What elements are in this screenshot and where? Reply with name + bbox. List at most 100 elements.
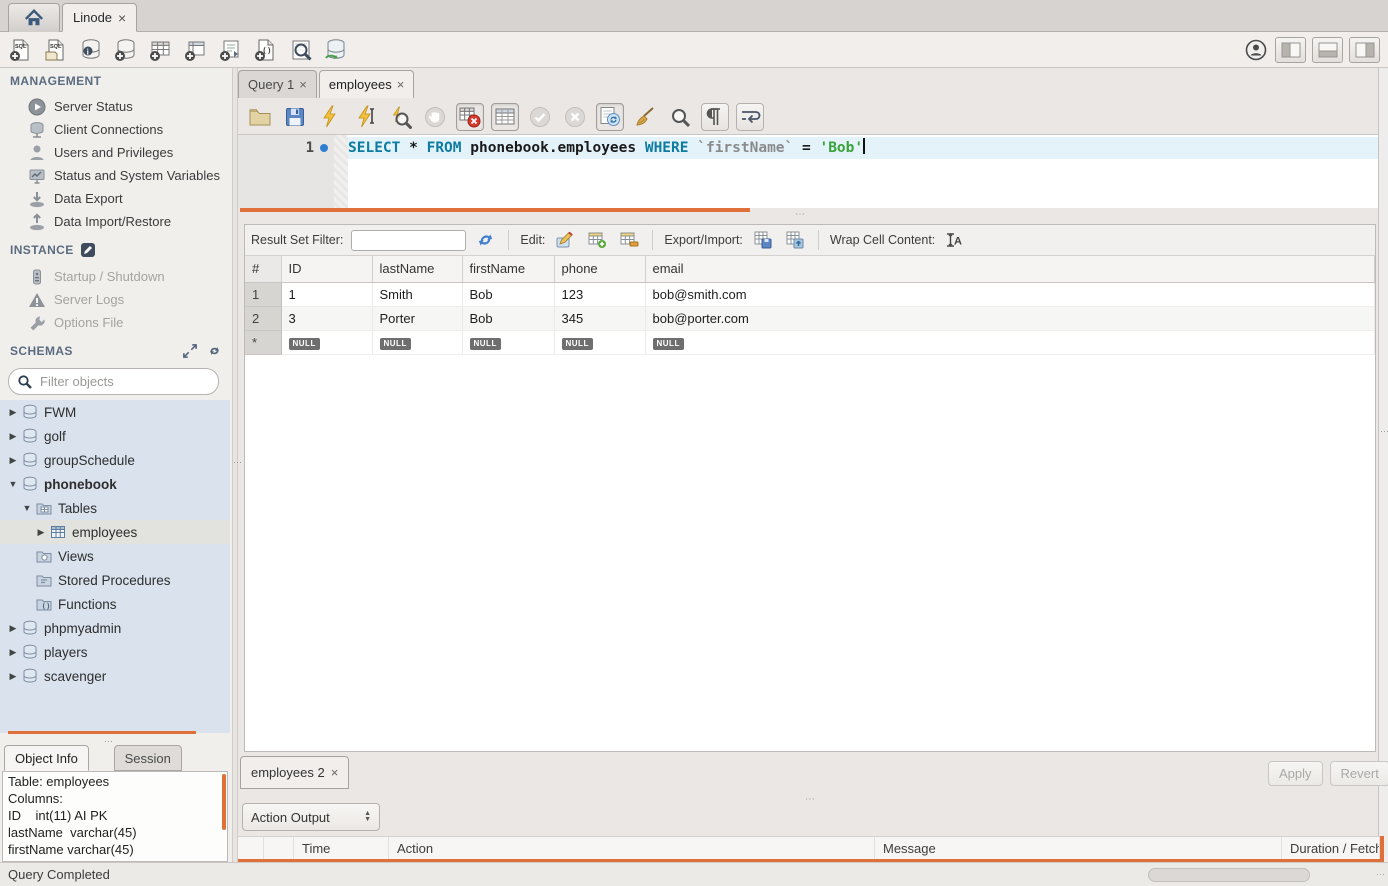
column-header-email[interactable]: email — [645, 256, 1375, 282]
expand-schemas-icon[interactable] — [183, 344, 197, 358]
schema-filter-input[interactable] — [38, 373, 218, 390]
resize-grip[interactable]: ⋯ — [1376, 869, 1386, 880]
open-sql-script-button[interactable]: SQL — [43, 37, 69, 63]
delete-row-button[interactable] — [617, 231, 641, 249]
refresh-schemas-icon[interactable] — [207, 344, 222, 358]
explain-plan-button[interactable] — [386, 103, 414, 131]
chevron-right-icon[interactable]: ▶ — [6, 647, 20, 658]
grid-cell[interactable]: 3 — [281, 306, 372, 330]
grid-cell[interactable]: NULL — [645, 330, 1375, 354]
create-procedure-button[interactable] — [218, 37, 244, 63]
search-table-data-button[interactable] — [288, 37, 314, 63]
execute-current-statement-button[interactable] — [351, 103, 379, 131]
row-number[interactable]: 2 — [245, 306, 281, 330]
column-header-id[interactable]: ID — [281, 256, 372, 282]
toggle-right-panel-button[interactable] — [1349, 37, 1380, 63]
sql-editor[interactable]: 1 SELECT * FROM phonebook.employees WHER… — [238, 134, 1378, 208]
new-sql-tab-button[interactable]: SQL — [8, 37, 34, 63]
sidebar-item-server-status[interactable]: Server Status — [0, 95, 232, 118]
insert-row-button[interactable] — [585, 231, 609, 249]
result-filter-input[interactable] — [351, 230, 466, 251]
execute-script-button[interactable] — [316, 103, 344, 131]
column-header-rownum[interactable]: # — [245, 256, 281, 282]
open-file-button[interactable] — [246, 103, 274, 131]
tree-item-phpmyadmin[interactable]: ▶phpmyadmin — [0, 616, 230, 640]
close-icon[interactable]: × — [331, 765, 339, 780]
tree-item-phonebook[interactable]: ▼phonebook — [0, 472, 230, 496]
grid-cell[interactable]: Porter — [372, 306, 462, 330]
grid-cell[interactable]: NULL — [462, 330, 554, 354]
right-panel-splitter[interactable]: ⋯ — [1378, 68, 1388, 862]
chevron-down-icon[interactable]: ▼ — [6, 479, 20, 489]
connection-tab[interactable]: Linode × — [62, 3, 137, 32]
horizontal-scrollbar-thumb[interactable] — [1148, 868, 1310, 882]
reconnect-dbms-button[interactable] — [323, 37, 349, 63]
chevron-right-icon[interactable]: ▶ — [6, 455, 20, 466]
limit-rows-button[interactable] — [491, 103, 519, 131]
close-icon[interactable]: × — [299, 77, 307, 92]
chevron-down-icon[interactable]: ▼ — [20, 503, 34, 513]
tree-item-scavenger[interactable]: ▶scavenger — [0, 664, 230, 688]
sidebar-item-data-import-restore[interactable]: Data Import/Restore — [0, 210, 232, 233]
create-view-button[interactable] — [183, 37, 209, 63]
export-recordset-button[interactable] — [751, 231, 775, 250]
tree-item-views[interactable]: Views — [0, 544, 230, 568]
output-column-message[interactable]: Message — [875, 837, 1282, 861]
grid-cell[interactable]: Smith — [372, 282, 462, 306]
editor-result-splitter[interactable]: ⋯ — [795, 209, 806, 220]
tree-item-stored-procedures[interactable]: Stored Procedures — [0, 568, 230, 592]
grid-cell[interactable]: Bob — [462, 306, 554, 330]
output-selector[interactable]: Action Output ▲▼ — [242, 803, 380, 831]
home-tab[interactable] — [8, 3, 60, 32]
sidebar-item-options-file[interactable]: Options File — [0, 311, 232, 334]
tree-item-groupschedule[interactable]: ▶groupSchedule — [0, 448, 230, 472]
chevron-right-icon[interactable]: ▶ — [6, 623, 20, 634]
tree-item-golf[interactable]: ▶golf — [0, 424, 230, 448]
chevron-right-icon[interactable]: ▶ — [34, 527, 48, 538]
info-tab-session[interactable]: Session — [114, 745, 182, 771]
grid-cell[interactable]: 1 — [281, 282, 372, 306]
refresh-resultset-button[interactable] — [474, 231, 497, 249]
stop-query-button[interactable] — [421, 103, 449, 131]
connection-user-button[interactable] — [1243, 37, 1269, 63]
import-recordset-button[interactable] — [783, 231, 807, 250]
grid-cell[interactable]: 345 — [554, 306, 645, 330]
grid-cell[interactable]: NULL — [554, 330, 645, 354]
column-header-firstname[interactable]: firstName — [462, 256, 554, 282]
toggle-word-wrap-button[interactable] — [736, 103, 764, 131]
resultset-tab[interactable]: employees 2 × — [240, 756, 349, 789]
tree-item-employees[interactable]: ▶employees — [0, 520, 230, 544]
output-splitter[interactable]: ⋯ — [805, 794, 816, 805]
find-button[interactable] — [666, 103, 694, 131]
schema-inspector-button[interactable]: i — [78, 37, 104, 63]
grid-cell[interactable]: Bob — [462, 282, 554, 306]
save-script-button[interactable] — [281, 103, 309, 131]
close-icon[interactable]: × — [397, 77, 405, 92]
info-scrollbar[interactable] — [222, 774, 226, 830]
sidebar-item-startup-shutdown[interactable]: Startup / Shutdown — [0, 265, 232, 288]
grid-cell[interactable]: bob@smith.com — [645, 282, 1375, 306]
beautify-script-button[interactable] — [631, 103, 659, 131]
output-column-action[interactable]: Action — [389, 837, 875, 861]
new-row-marker[interactable]: * — [245, 330, 281, 354]
row-number[interactable]: 1 — [245, 282, 281, 306]
output-column-time[interactable]: Time — [294, 837, 389, 861]
output-column-blank[interactable] — [238, 837, 264, 861]
sidebar-item-status-system-variables[interactable]: Status and System Variables — [0, 164, 232, 187]
tree-item-functions[interactable]: ()Functions — [0, 592, 230, 616]
sidebar-item-users-and-privileges[interactable]: Users and Privileges — [0, 141, 232, 164]
grid-cell[interactable]: bob@porter.com — [645, 306, 1375, 330]
chevron-right-icon[interactable]: ▶ — [6, 431, 20, 442]
create-schema-button[interactable] — [113, 37, 139, 63]
toggle-bottom-panel-button[interactable] — [1312, 37, 1343, 63]
apply-button[interactable]: Apply — [1268, 761, 1323, 786]
create-table-button[interactable] — [148, 37, 174, 63]
sidebar-item-data-export[interactable]: Data Export — [0, 187, 232, 210]
revert-button[interactable]: Revert — [1330, 761, 1388, 786]
tab-query-1[interactable]: Query 1× — [238, 70, 317, 98]
toggle-autocommit-button[interactable] — [596, 103, 624, 131]
create-function-button[interactable]: () — [253, 37, 279, 63]
close-icon[interactable]: × — [118, 10, 126, 26]
tree-item-tables[interactable]: ▼Tables — [0, 496, 230, 520]
sidebar-item-client-connections[interactable]: Client Connections — [0, 118, 232, 141]
